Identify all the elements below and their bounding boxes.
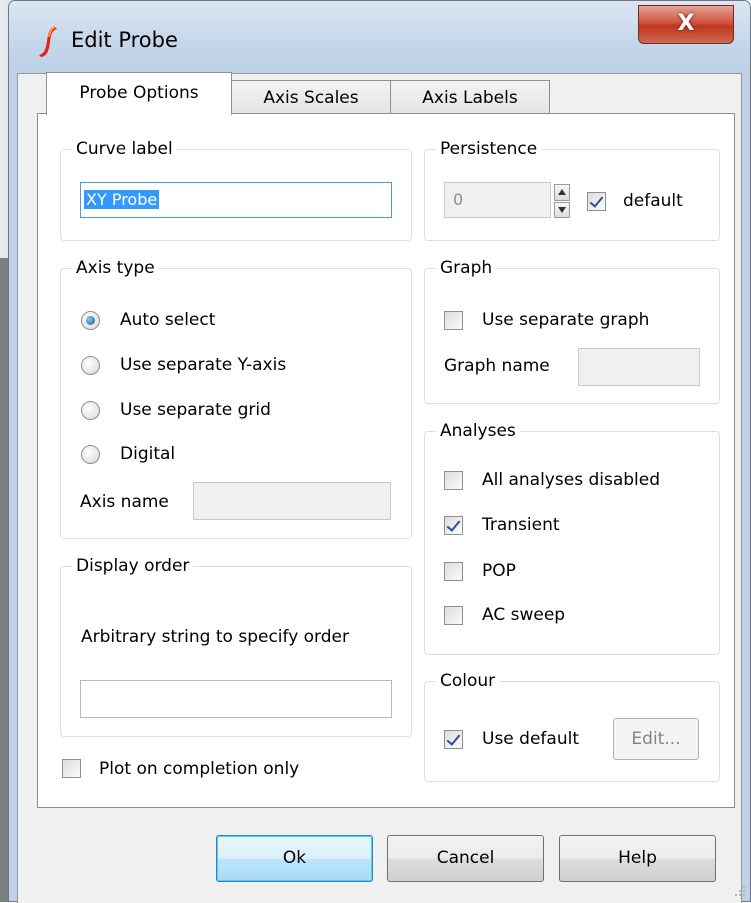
radio-separate-y-axis[interactable]	[81, 356, 100, 375]
spin-up-icon	[558, 189, 566, 195]
separate-graph-checkbox[interactable]	[444, 311, 463, 330]
display-order-input[interactable]	[80, 680, 392, 718]
use-default-colour-label[interactable]: Use default	[482, 728, 579, 750]
axis-name-input[interactable]	[193, 482, 391, 520]
analyses-group: Analyses	[424, 418, 720, 655]
tab-axis-scales[interactable]: Axis Scales	[231, 80, 391, 114]
axis-type-title: Axis type	[72, 255, 159, 281]
use-default-colour-checkbox[interactable]	[444, 730, 463, 749]
auto-select-label[interactable]: Auto select	[120, 309, 215, 331]
edit-colour-button[interactable]: Edit...	[613, 718, 699, 760]
radio-separate-grid[interactable]	[81, 401, 100, 420]
display-order-description: Arbitrary string to specify order	[81, 627, 349, 647]
check-mark-icon	[589, 193, 604, 208]
probe-options-panel: Curve label XY Probe Axis type Auto sele…	[37, 113, 735, 808]
persistence-spin-down[interactable]	[554, 202, 570, 218]
window-title: Edit Probe	[71, 28, 178, 52]
graph-name-label: Graph name	[444, 356, 550, 376]
graph-name-input[interactable]	[578, 348, 700, 386]
persistence-spin-up[interactable]	[554, 184, 570, 201]
all-analyses-disabled-label[interactable]: All analyses disabled	[482, 469, 660, 491]
ac-sweep-label[interactable]: AC sweep	[482, 604, 565, 626]
analyses-title: Analyses	[436, 418, 520, 444]
separate-grid-label[interactable]: Use separate grid	[120, 399, 271, 421]
check-mark-icon	[446, 517, 461, 532]
pop-label[interactable]: POP	[482, 560, 516, 582]
help-button[interactable]: Help	[559, 835, 716, 882]
digital-label[interactable]: Digital	[120, 443, 175, 465]
transient-checkbox[interactable]	[444, 516, 463, 535]
persistence-title: Persistence	[436, 136, 542, 162]
ok-button[interactable]: Ok	[216, 835, 373, 882]
persistence-default-label[interactable]: default	[623, 190, 683, 212]
pop-checkbox[interactable]	[444, 562, 463, 581]
colour-title: Colour	[436, 668, 500, 694]
curve-label-value: XY Probe	[84, 190, 160, 209]
separate-y-axis-label[interactable]: Use separate Y-axis	[120, 354, 286, 376]
curve-label-title: Curve label	[72, 136, 177, 162]
radio-auto-select[interactable]	[81, 311, 100, 330]
close-button[interactable]: X	[638, 5, 734, 44]
plot-on-completion-checkbox[interactable]	[62, 759, 81, 778]
tab-axis-labels[interactable]: Axis Labels	[390, 80, 550, 114]
radio-digital[interactable]	[81, 445, 100, 464]
radio-selected-dot	[86, 316, 95, 325]
separate-graph-label[interactable]: Use separate graph	[482, 309, 649, 331]
title-bar[interactable]: Edit Probe X	[9, 1, 750, 73]
simetrix-app-icon	[39, 26, 57, 57]
spin-down-icon	[558, 207, 566, 213]
axis-name-label: Axis name	[80, 492, 169, 512]
tab-probe-options[interactable]: Probe Options	[46, 72, 232, 115]
curve-label-input[interactable]: XY Probe	[80, 182, 392, 218]
resize-grip-icon[interactable]	[733, 884, 747, 898]
transient-label[interactable]: Transient	[482, 514, 560, 536]
plot-on-completion-label[interactable]: Plot on completion only	[99, 758, 299, 780]
all-analyses-disabled-checkbox[interactable]	[444, 471, 463, 490]
cancel-button[interactable]: Cancel	[387, 835, 544, 882]
graph-title: Graph	[436, 255, 497, 281]
display-order-title: Display order	[72, 553, 194, 579]
persistence-default-checkbox[interactable]	[587, 192, 606, 211]
persistence-input[interactable]: 0	[444, 182, 551, 218]
check-mark-icon	[446, 731, 461, 746]
ac-sweep-checkbox[interactable]	[444, 606, 463, 625]
